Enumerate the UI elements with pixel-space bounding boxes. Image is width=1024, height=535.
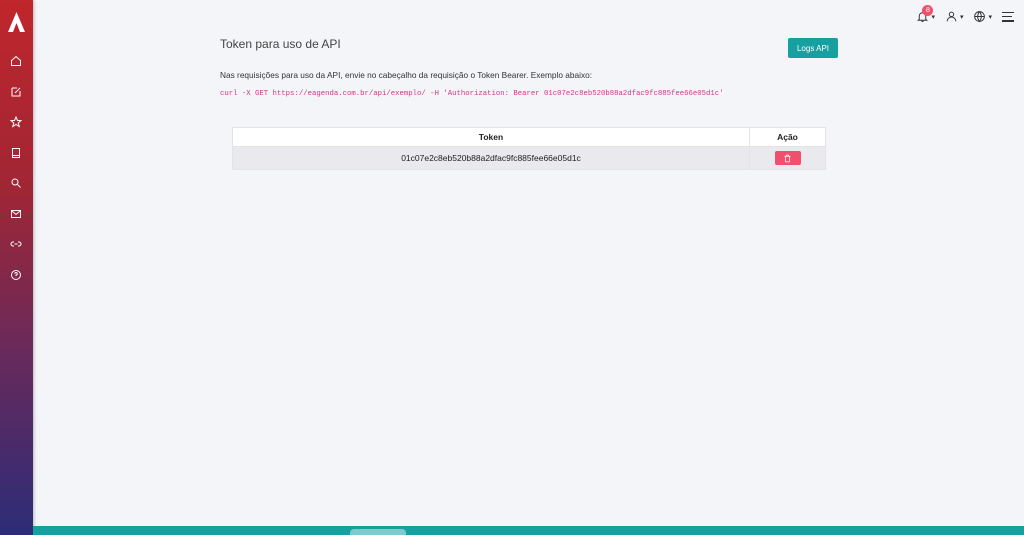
page-title: Token para uso de API <box>220 37 341 51</box>
user-menu-button[interactable]: ▾ <box>945 10 964 23</box>
notifications-button[interactable]: 8 ▾ <box>916 5 935 23</box>
chevron-down-icon: ▾ <box>988 13 992 21</box>
star-icon[interactable] <box>9 115 23 129</box>
action-cell <box>749 146 826 170</box>
link-icon[interactable] <box>9 237 23 251</box>
app-logo[interactable] <box>8 12 25 32</box>
token-value: 01c07e2c8eb520b88a2dfac9fc885fee66e05d1c <box>232 146 750 170</box>
search-icon[interactable] <box>9 176 23 190</box>
sidebar <box>0 0 33 535</box>
token-table: Token Ação 01c07e2c8eb520b88a2dfac9fc885… <box>232 127 826 170</box>
delete-token-button[interactable] <box>774 151 801 165</box>
table-header-row: Token Ação <box>232 127 826 147</box>
table-row: 01c07e2c8eb520b88a2dfac9fc885fee66e05d1c <box>232 146 826 170</box>
footer-bar <box>33 526 1024 535</box>
column-header-token: Token <box>232 127 750 147</box>
chevron-down-icon: ▾ <box>959 13 964 21</box>
language-button[interactable]: ▾ <box>973 10 992 23</box>
globe-icon <box>974 11 986 23</box>
logs-api-button[interactable]: Logs API <box>788 38 838 58</box>
edit-icon[interactable] <box>9 85 23 99</box>
book-icon[interactable] <box>9 146 23 160</box>
mail-icon[interactable] <box>9 207 23 221</box>
api-description: Nas requisições para uso da API, envie n… <box>220 70 593 80</box>
topbar: 8 ▾ ▾ ▾ <box>916 5 1014 23</box>
column-header-action: Ação <box>749 127 826 147</box>
menu-icon[interactable] <box>1002 11 1014 22</box>
footer-tab[interactable] <box>350 529 406 535</box>
home-icon[interactable] <box>9 54 23 68</box>
trash-icon <box>784 154 791 162</box>
curl-example: curl -X GET https://eagenda.com.br/api/e… <box>220 90 724 98</box>
help-icon[interactable] <box>9 268 23 282</box>
user-icon <box>946 11 957 22</box>
